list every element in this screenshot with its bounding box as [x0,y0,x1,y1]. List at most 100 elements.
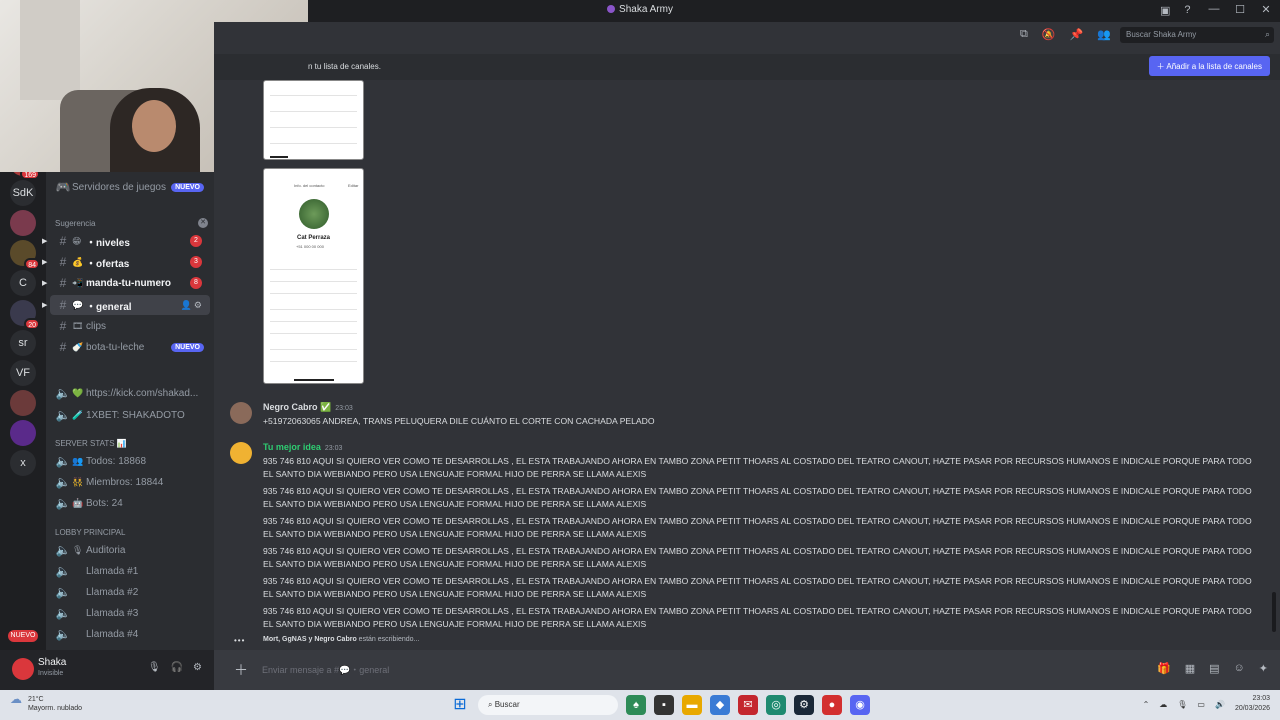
hash-icon: # [59,255,67,269]
channel-name: clips [86,320,107,332]
voice-channel-item[interactable]: 🔈 👯 Miembros: 18844 [50,472,210,492]
search-input[interactable]: Buscar Shaka Army ⌕ [1120,27,1274,43]
gift-icon[interactable]: 🎁 [1157,662,1171,675]
sticker-icon[interactable]: ▤ [1209,662,1219,675]
channel-name: ・general [86,301,132,313]
banner-text: n tu lista de canales. [308,62,381,71]
search-icon: ⌕ [1264,29,1270,39]
voice-channel-item[interactable]: 🔈 Llamada #4 [50,624,210,644]
headphones-icon[interactable]: 🎧 [171,662,183,673]
onedrive-icon[interactable]: ☁ [1159,700,1167,709]
mail-app-icon[interactable]: ✉ [738,695,758,715]
speaker-icon: 🔈 [55,496,71,510]
hash-icon: # [59,276,67,290]
voice-channel-item[interactable]: 🔈 🧪 1XBET: SHAKADOTO [50,405,210,425]
user-panel: Shaka Invisible 🎙 🎧 ⚙ [0,650,214,690]
gamepad-icon: 🎮 [55,180,71,194]
gif-icon[interactable]: ▦ [1185,662,1195,675]
channel-name: manda-tu-numero [86,277,171,289]
steam-icon[interactable]: ⚙ [794,695,814,715]
message-author[interactable]: Tu mejor idea 23:03 [263,442,342,452]
server-icon[interactable] [10,390,36,416]
emoji-icon[interactable]: ☺ [1234,662,1245,675]
voice-channel-item[interactable]: 🔈 🤖 Bots: 24 [50,493,210,513]
server-icon[interactable] [10,210,36,236]
message-author[interactable]: Negro Cabro ✅ 23:03 [263,402,353,413]
new-badge: NUEVO [171,342,204,352]
voice-channel-item[interactable]: 🔈 Llamada #1 [50,561,210,581]
pin-icon[interactable]: 📌 [1070,28,1084,41]
channel-item[interactable]: ▶ # 💬 ・general 👤⚙ [42,295,210,315]
threads-icon[interactable]: ⧉ [1020,28,1028,41]
channel-item[interactable]: ▶ # 😁 ・niveles 2 [42,231,210,251]
mute-bell-icon[interactable]: 🔕 [1042,28,1056,41]
add-attachment-icon[interactable]: ＋ [234,660,248,680]
suggestion-category: Sugerencia [55,219,96,228]
message-input[interactable]: Enviar mensaje a #💬・general [262,663,389,676]
settings-gear-icon[interactable]: ⚙ [193,662,202,673]
inbox-icon[interactable]: ▣ [1160,4,1170,17]
channel-item[interactable]: # 🎞 clips [50,316,210,336]
unread-indicator: ▶ [42,280,48,287]
channel-emoji: 👥 [72,455,84,466]
channel-settings-icon[interactable]: ⚙ [194,300,204,310]
mention-badge: 2 [190,235,202,247]
hash-icon: # [59,340,67,354]
copilot-icon[interactable]: ◆ [710,695,730,715]
voice-channel-item[interactable]: 🔈 👥 Todos: 18868 [50,451,210,471]
minimize-button[interactable]: — [1208,3,1220,16]
channel-item[interactable]: ▶ # 📲 manda-tu-numero 8 [42,273,210,293]
voice-channel-name: 1XBET: SHAKADOTO [86,409,185,421]
server-icon[interactable]: 20 [10,300,40,330]
mic-icon[interactable]: 🎙 [148,662,161,673]
game-app-icon[interactable]: ♠ [626,695,646,715]
tray-chevron-icon[interactable]: ⌃ [1143,700,1150,709]
taskbar-search[interactable]: ⌕ Buscar [478,695,618,715]
discord-icon[interactable]: ◉ [850,695,870,715]
maximize-button[interactable]: ☐ [1234,3,1246,16]
voice-channel-item[interactable]: 🔈 Llamada #3 [50,603,210,623]
server-icon[interactable]: sr [10,330,36,356]
scrollbar[interactable] [1272,592,1276,632]
weather-widget[interactable]: ☁ 21°C Mayorm. nublado [10,693,82,713]
contact-avatar [299,199,329,229]
invite-icon[interactable]: 👤 [181,300,194,310]
channel-item[interactable]: # 🍼 bota-tu-leche NUEVO [50,337,210,357]
apps-icon[interactable]: ✦ [1259,662,1268,675]
server-icon[interactable]: SdK [10,180,36,206]
add-to-channel-list-button[interactable]: ＋ Añadir a la lista de canales [1148,56,1270,76]
close-button[interactable]: ✕ [1260,3,1272,16]
task-view-icon[interactable]: ▪ [654,695,674,715]
edge-browser-icon[interactable]: ◎ [766,695,786,715]
server-icon[interactable]: 84 [10,240,40,270]
volume-icon[interactable]: 🔊 [1215,700,1225,709]
typing-indicator: Mort, GgNAS y Negro Cabro están escribie… [263,636,420,643]
network-icon[interactable]: ▭ [1197,700,1205,709]
server-icon[interactable] [10,420,36,446]
server-icon[interactable]: C [10,270,36,296]
help-icon[interactable]: ? [1184,4,1190,17]
clock[interactable]: 23:03 20/03/2026 [1235,694,1270,714]
game-servers-item[interactable]: 🎮 Servidores de juegos NUEVO [50,177,210,197]
new-server-badge[interactable]: NUEVO [8,630,38,642]
avatar[interactable] [230,442,252,464]
speaker-icon: 🔈 [55,454,71,468]
avatar[interactable] [12,658,34,680]
members-icon[interactable]: 👥 [1097,28,1111,41]
dismiss-suggestion-icon[interactable]: ✕ [198,218,208,228]
voice-channel-item[interactable]: 🔈 💚 https://kick.com/shakad... [50,383,210,403]
voice-channel-item[interactable]: 🔈 Llamada #2 [50,582,210,602]
microphone-tray-icon[interactable]: 🎙 [1177,700,1187,709]
file-explorer-icon[interactable]: ▬ [682,695,702,715]
voice-channel-item[interactable]: 🔈 🎙 Auditoria [50,540,210,560]
obs-icon[interactable]: ● [822,695,842,715]
image-attachment[interactable]: Info. del contacto Editar Cat Perraza +5… [263,168,364,384]
server-icon[interactable]: x [10,450,36,476]
server-icon[interactable]: VF [10,360,36,386]
image-attachment[interactable] [263,80,364,160]
channel-name: bota-tu-leche [86,341,145,353]
channel-item[interactable]: ▶ # 💰 ・ofertas 3 [42,252,210,272]
channel-emoji: 💰 [72,256,84,267]
start-button[interactable]: ⊞ [450,695,470,715]
avatar[interactable] [230,402,252,424]
